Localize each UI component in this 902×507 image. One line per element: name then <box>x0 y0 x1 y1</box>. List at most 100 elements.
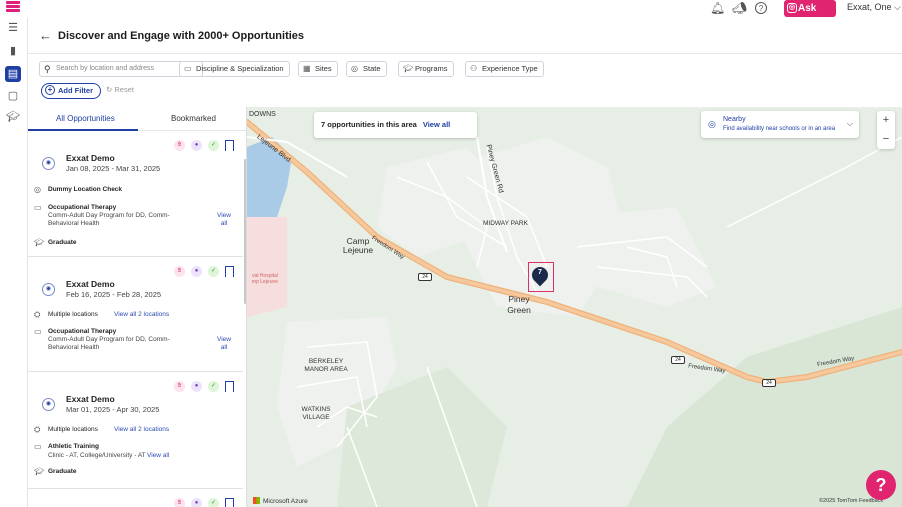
nav-rail: ☰ ▮ ▤ ▢ 🎓︎ <box>0 18 28 507</box>
book-icon: ▭ <box>34 442 42 451</box>
opportunity-card[interactable]: ✋︎ ● ✓ ◉ Exxat Demo Mar 01, 2025 - Apr 30,… <box>28 373 243 489</box>
opportunity-card[interactable]: ✋︎ ● ✓ ◉ Exxat Demo Jan 08, 2025 - Mar 31,… <box>28 132 243 257</box>
people-icon: ⚇ <box>470 64 478 73</box>
map-copyright[interactable]: ©2025 TomTom Feedback <box>819 498 883 504</box>
map-view-all-link[interactable]: View all <box>423 120 450 129</box>
org-logo: ◉ <box>42 157 55 170</box>
handshake-icon: ✋︎ <box>174 498 185 507</box>
document-icon[interactable]: ▢ <box>5 88 21 104</box>
handshake-icon: ✋︎ <box>174 381 185 392</box>
opportunities-panel: All Opportunities Bookmarked ✋︎ ● ✓ ◉ Exxa… <box>28 107 247 507</box>
active-tab-indicator <box>28 129 138 131</box>
view-all-locations-link[interactable]: View all 2 locations <box>114 311 169 318</box>
card-badges: ✋︎ ● ✓ <box>168 140 234 151</box>
experience-type-filter-chip[interactable]: ⚇ Experience Type <box>465 61 544 77</box>
opportunities-icon[interactable]: ▤ <box>5 66 21 82</box>
bookmark-icon[interactable] <box>225 498 234 507</box>
check-icon: ✓ <box>208 140 219 151</box>
menu-icon[interactable]: ☰ <box>5 20 21 36</box>
back-arrow-icon[interactable]: ← <box>39 28 52 43</box>
map-marker-icon: ⛭ <box>34 425 41 434</box>
map-label-naval-hospital: val Hospital mp Lejeune <box>251 273 279 285</box>
check-icon: ✓ <box>208 498 219 507</box>
map-label-midway-park: MIDWAY PARK <box>483 220 528 227</box>
date-range: Jan 08, 2025 - Mar 31, 2025 <box>66 164 161 173</box>
book-icon: ▭ <box>34 327 42 336</box>
state-filter-chip[interactable]: ◎ State <box>346 61 387 77</box>
graduation-cap-icon: 🎓︎ <box>403 64 414 73</box>
opportunity-count-box: 7 opportunities in this area View all <box>314 112 477 138</box>
bookmark-icon[interactable] <box>225 140 234 151</box>
person-icon: ● <box>191 498 202 507</box>
tab-all-opportunities[interactable]: All Opportunities <box>56 114 115 123</box>
org-logo: ◉ <box>42 398 55 411</box>
graduation-cap-icon: 🎓︎ <box>34 467 45 476</box>
handshake-icon: ✋︎ <box>174 266 185 277</box>
map-label-downs: DOWNS <box>249 111 276 118</box>
route-shield: 24 <box>762 379 776 387</box>
location-pin-icon: ◎ <box>34 185 41 194</box>
map-label-berkeley-manor: BERKELEY MANOR AREA <box>304 358 348 373</box>
org-name: Exxat Demo <box>66 394 115 404</box>
view-all-locations-link[interactable]: View all 2 locations <box>114 426 169 433</box>
megaphone-icon[interactable]: 📣︎ <box>732 1 747 15</box>
exxat-logo[interactable] <box>6 1 20 15</box>
help-circle-icon[interactable]: ? <box>755 2 767 14</box>
user-menu[interactable]: Exxat, One ⌵ <box>847 2 901 13</box>
top-bar: 🔔︎ 📣︎ ? ◎ Ask Leo Exxat, One ⌵ <box>0 0 902 31</box>
analytics-icon[interactable]: ▮ <box>5 43 21 59</box>
book-icon: ▭ <box>34 203 42 212</box>
book-icon: ▭ <box>184 64 192 73</box>
add-filter-button[interactable]: + Add Filter <box>41 83 101 99</box>
map-label-piney-green: Piney Green <box>507 294 531 315</box>
zoom-in-button[interactable]: + <box>877 111 895 130</box>
reset-button[interactable]: ↻ Reset <box>106 85 134 94</box>
view-all-link[interactable]: View all <box>214 212 234 228</box>
microsoft-logo <box>253 497 260 504</box>
route-shield: 24 <box>671 356 685 364</box>
check-icon: ✓ <box>208 266 219 277</box>
map-marker-icon: ⛭ <box>34 310 41 319</box>
discipline-filter-chip[interactable]: ▭ Discipline & Specialization <box>179 61 290 77</box>
leo-icon: ◎ <box>787 3 797 13</box>
tab-bookmarked[interactable]: Bookmarked <box>171 114 216 123</box>
graduation-cap-icon: 🎓︎ <box>34 238 45 247</box>
org-name: Exxat Demo <box>66 279 115 289</box>
view-all-link[interactable]: View all <box>214 336 234 352</box>
opportunity-card[interactable]: ✋︎ ● ✓ ◉ Exxat Demo Feb 16, 2025 - Feb 28,… <box>28 258 243 372</box>
chevron-down-icon: ⌵ <box>846 119 853 128</box>
plus-icon: + <box>45 85 55 95</box>
location-pin-icon: ◎ <box>708 119 716 129</box>
card-badges: ✋︎ ● ✓ <box>168 266 234 277</box>
bell-icon[interactable]: 🔔︎ <box>710 1 725 15</box>
bookmark-icon[interactable] <box>225 381 234 392</box>
map-view[interactable]: DOWNS Lejeune Blvd Piney Green Rd MIDWAY… <box>247 107 902 507</box>
graduation-cap-icon[interactable]: 🎓︎ <box>5 109 21 125</box>
check-icon: ✓ <box>208 381 219 392</box>
route-shield: 24 <box>418 273 432 281</box>
page-header: ← Discover and Engage with 2000+ Opportu… <box>28 18 902 54</box>
search-icon: ⚲ <box>44 64 51 74</box>
date-range: Mar 01, 2025 - Apr 30, 2025 <box>66 405 160 414</box>
zoom-out-button[interactable]: − <box>877 130 895 149</box>
view-all-link[interactable]: View all <box>147 452 169 459</box>
org-name: Exxat Demo <box>66 153 115 163</box>
map-label-watkins-village: WATKINS VILLAGE <box>301 406 331 421</box>
filter-bar: ⚲ Search by location and address ▭ Discip… <box>28 54 902 106</box>
nearby-dropdown[interactable]: ◎ Nearby Find availability near schools … <box>701 111 859 138</box>
sites-filter-chip[interactable]: ▦ Sites <box>298 61 338 77</box>
opportunity-card[interactable]: ✋︎ ● ✓ <box>28 490 243 507</box>
location-icon: ◎ <box>351 64 358 73</box>
person-icon: ● <box>191 266 202 277</box>
org-logo: ◉ <box>42 283 55 296</box>
ask-leo-button[interactable]: ◎ Ask Leo <box>784 0 836 31</box>
tab-bar: All Opportunities Bookmarked <box>28 107 246 131</box>
programs-filter-chip[interactable]: 🎓︎ Programs <box>398 61 454 77</box>
card-badges: ✋︎ ● ✓ <box>168 498 234 507</box>
building-icon: ▦ <box>303 64 311 73</box>
person-icon: ● <box>191 140 202 151</box>
reset-icon: ↻ <box>106 85 113 94</box>
cluster-count: 7 <box>538 269 542 276</box>
bookmark-icon[interactable] <box>225 266 234 277</box>
help-button[interactable]: ? <box>866 470 896 500</box>
